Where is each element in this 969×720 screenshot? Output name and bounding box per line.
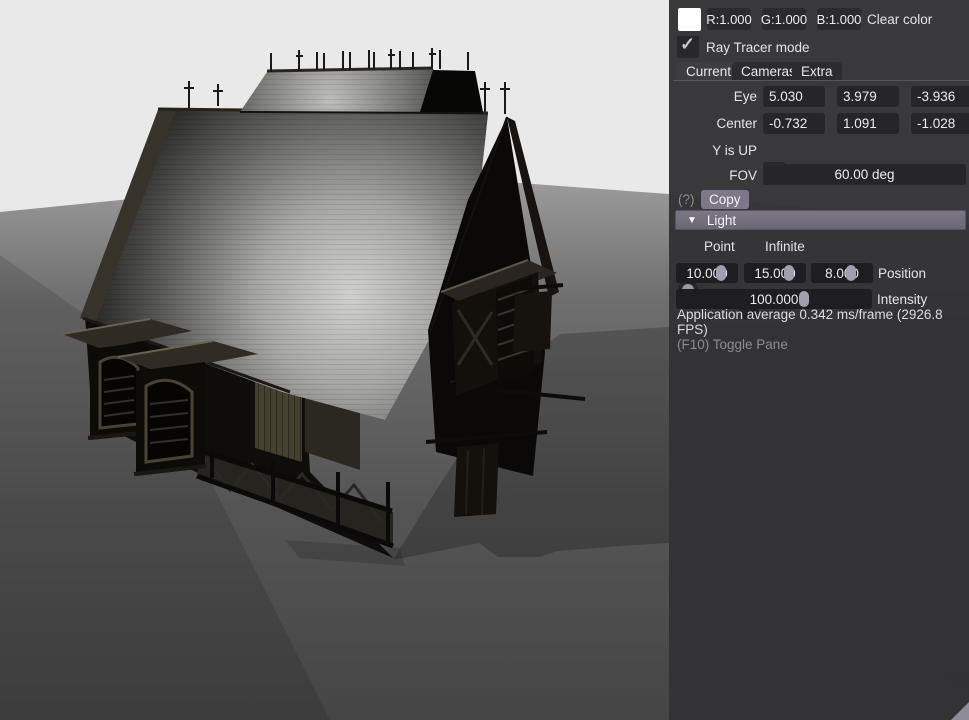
eye-z-value: -3.936 [917, 89, 956, 104]
slider-grab[interactable] [784, 265, 794, 281]
center-y-field[interactable]: 1.091 [837, 113, 899, 134]
tab-current-label: Current [686, 64, 732, 79]
eye-y-field[interactable]: 3.979 [837, 86, 899, 107]
help-hint: (?) [678, 192, 695, 207]
point-radio-label: Point [704, 238, 735, 254]
intensity-value: 100.000 [749, 291, 799, 307]
collapse-triangle-icon: ▼ [687, 214, 697, 226]
clear-color-swatch[interactable] [678, 8, 701, 31]
red-value-label: R:1.000 [706, 11, 752, 27]
light-position-y-slider[interactable]: 15.000 [744, 263, 806, 283]
tab-separator [673, 80, 969, 81]
clear-color-label: Clear color [867, 11, 933, 27]
center-label: Center [716, 116, 757, 131]
settings-panel: R:1.000 G:1.000 B:1.000 Clear color ✓ Ra… [669, 0, 969, 720]
green-value-button[interactable]: G:1.000 [760, 8, 808, 30]
ray-tracer-label: Ray Tracer mode [706, 39, 810, 55]
position-label: Position [878, 265, 927, 281]
center-y-value: 1.091 [843, 116, 877, 131]
tab-extra-label: Extra [801, 64, 833, 79]
toggle-pane-hint: (F10) Toggle Pane [677, 336, 788, 352]
ray-tracer-checkbox[interactable]: ✓ [677, 34, 699, 58]
fov-value: 60.00 deg [834, 167, 895, 182]
light-header-label: Light [706, 212, 737, 228]
blue-value-button[interactable]: B:1.000 [817, 8, 861, 30]
app-window: R:1.000 G:1.000 B:1.000 Clear color ✓ Ra… [0, 0, 969, 720]
tab-current[interactable]: Current [677, 62, 741, 81]
eye-z-field[interactable]: -3.936 [911, 86, 969, 107]
eye-y-value: 3.979 [843, 89, 877, 104]
slider-grab[interactable] [716, 265, 726, 281]
center-x-field[interactable]: -0.732 [763, 113, 825, 134]
red-value-button[interactable]: R:1.000 [706, 8, 752, 30]
fov-field[interactable]: 60.00 deg [763, 164, 966, 185]
performance-stats: Application average 0.342 ms/frame (2926… [677, 307, 943, 337]
slider-grab[interactable] [799, 291, 809, 307]
slider-grab[interactable] [846, 265, 856, 281]
check-icon: ✓ [680, 34, 696, 54]
light-position-z-slider[interactable]: 8.000 [811, 263, 873, 283]
infinite-radio-label: Infinite [765, 238, 805, 254]
light-section-header[interactable]: ▼ Light [675, 210, 966, 230]
y-up-label: Y is UP [712, 143, 757, 158]
tab-extra[interactable]: Extra [792, 62, 842, 81]
tab-cameras-label: Cameras [741, 64, 796, 79]
blue-value-label: B:1.000 [816, 11, 862, 27]
copy-button[interactable]: Copy [701, 190, 749, 209]
center-z-value: -1.028 [917, 116, 956, 131]
light-position-x-slider[interactable]: 10.000 [676, 263, 738, 283]
green-value-label: G:1.000 [760, 11, 808, 27]
eye-x-field[interactable]: 5.030 [763, 86, 825, 107]
light-intensity-slider[interactable]: 100.000 [676, 289, 872, 309]
copy-button-label: Copy [709, 192, 741, 207]
eye-x-value: 5.030 [769, 89, 803, 104]
eye-label: Eye [733, 89, 757, 104]
intensity-label: Intensity [877, 291, 928, 307]
center-z-field[interactable]: -1.028 [911, 113, 969, 134]
center-x-value: -0.732 [769, 116, 808, 131]
fov-label: FOV [729, 168, 757, 183]
resize-grip[interactable] [951, 702, 969, 720]
